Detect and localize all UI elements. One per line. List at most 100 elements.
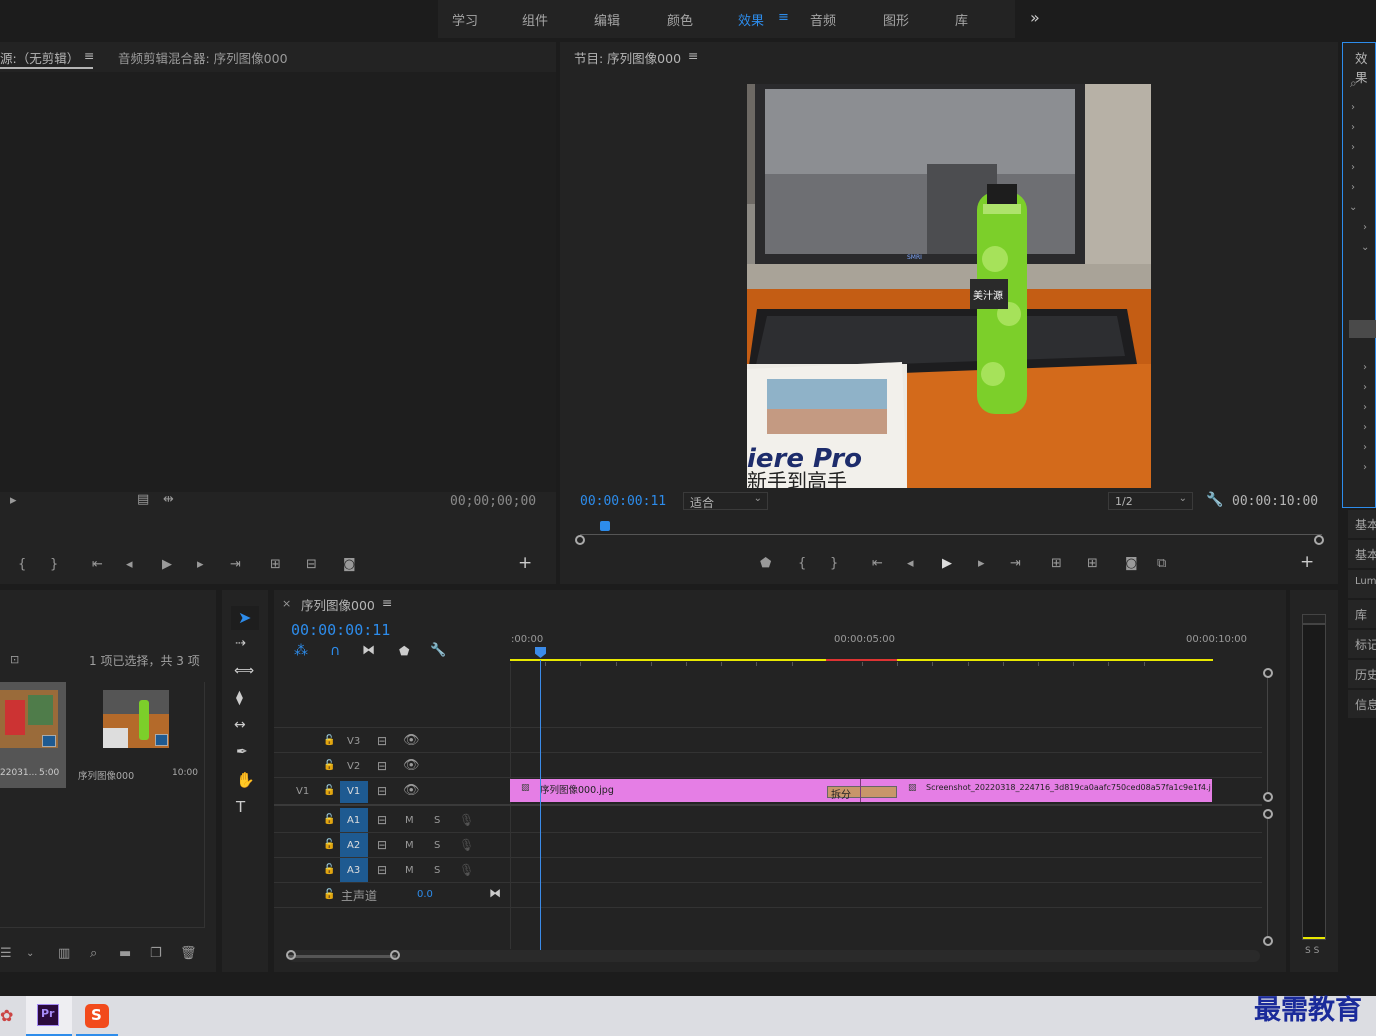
add-button-icon[interactable]: +	[518, 555, 532, 572]
master-volume-value[interactable]: 0.0	[417, 889, 433, 900]
panel-tab-markers[interactable]: 标记	[1348, 630, 1376, 658]
source-patch-v1[interactable]: V1	[296, 786, 309, 797]
h-scrollbar[interactable]	[288, 950, 1260, 962]
snap-icon[interactable]: ∩	[330, 643, 340, 659]
panel-tab-essential-sound[interactable]: 基本	[1348, 540, 1376, 568]
ws-learn[interactable]: 学习	[452, 10, 478, 29]
timeline-timecode[interactable]: 00:00:00:11	[291, 621, 390, 639]
sync-lock-icon[interactable]: ⊟	[377, 813, 387, 827]
play-icon[interactable]: ▶	[162, 558, 172, 572]
mute-button[interactable]: M	[405, 865, 414, 876]
hand-tool-icon[interactable]: ✋	[236, 771, 255, 789]
folder-chevron-icon[interactable]: ›	[1351, 142, 1355, 153]
settings-icon[interactable]: ⇹	[163, 493, 174, 507]
play-icon[interactable]: ▶	[942, 557, 952, 571]
program-title[interactable]: 节目: 序列图像000	[574, 48, 681, 67]
a-scroll-track[interactable]	[1267, 819, 1268, 936]
lock-icon[interactable]: 🔓	[323, 735, 335, 746]
timeline-close-icon[interactable]: ×	[282, 597, 291, 610]
fit-dropdown[interactable]: 适合 ⌄	[683, 492, 768, 510]
comparison-view-icon[interactable]: ⧉	[1157, 557, 1166, 571]
nest-toggle-icon[interactable]: ⁂	[294, 643, 308, 659]
add-marker-icon[interactable]: ⬟	[760, 557, 771, 571]
panel-tab-history[interactable]: 历史	[1348, 660, 1376, 688]
mark-out-icon[interactable]: }	[830, 557, 838, 571]
more-workspaces-icon[interactable]: »	[1030, 8, 1040, 27]
step-forward-icon[interactable]: ▸	[978, 557, 985, 571]
camera-icon[interactable]: ◙	[1125, 557, 1138, 571]
lock-icon[interactable]: 🔓	[323, 864, 335, 875]
add-marker-icon[interactable]: ⬟	[399, 644, 409, 658]
panel-tab-info[interactable]: 信息	[1348, 690, 1376, 718]
meter-solo-labels[interactable]: S S	[1305, 946, 1319, 956]
zoom-handle-left[interactable]	[575, 535, 585, 545]
ws-graphics[interactable]: 图形	[883, 10, 909, 29]
mute-button[interactable]: M	[405, 840, 414, 851]
sync-lock-icon[interactable]: ⊟	[377, 863, 387, 877]
quality-dropdown[interactable]: 1/2 ⌄	[1108, 492, 1193, 510]
folder-chevron-icon[interactable]: ›	[1351, 162, 1355, 173]
new-item-icon[interactable]: ❐	[150, 947, 162, 961]
linked-selection-icon[interactable]: ⧓	[362, 643, 375, 658]
timeline-settings-icon[interactable]: 🔧	[430, 643, 446, 658]
app-icon-partial[interactable]: ✿	[0, 1006, 13, 1025]
type-tool-icon[interactable]: T	[236, 798, 245, 816]
ws-audio[interactable]: 音频	[810, 10, 836, 29]
folder-chevron-icon[interactable]: ›	[1351, 182, 1355, 193]
effects-title[interactable]: 效果	[1355, 48, 1375, 86]
go-to-in-icon[interactable]: ⇤	[92, 558, 103, 572]
slip-tool-icon[interactable]: ↔	[234, 717, 246, 733]
pen-tool-icon[interactable]: ✒	[236, 744, 248, 760]
track-label-a1[interactable]: A1	[347, 815, 360, 826]
track-label-a3[interactable]: A3	[347, 865, 360, 876]
zoom-handle-right[interactable]	[1314, 535, 1324, 545]
microphone-icon[interactable]: 🎙	[459, 863, 474, 877]
lift-icon[interactable]: ⊞	[1051, 557, 1062, 571]
h-scroll-left-handle[interactable]	[286, 950, 296, 960]
find-icon[interactable]: ⊡	[10, 653, 19, 666]
add-button-icon[interactable]: +	[1300, 554, 1314, 571]
timeline-playhead[interactable]	[540, 660, 541, 950]
project-item-selected[interactable]: 22031... 5:00	[0, 682, 66, 788]
track-select-tool-icon[interactable]: ⇢	[235, 636, 246, 651]
track-label-v3[interactable]: V3	[347, 736, 360, 747]
tab-audio-mixer[interactable]: 音频剪辑混合器: 序列图像000	[118, 48, 288, 67]
solo-button[interactable]: S	[434, 840, 440, 851]
folder-expanded-icon[interactable]: ⌄	[1349, 202, 1357, 213]
lock-icon[interactable]: 🔓	[323, 889, 335, 900]
overwrite-icon[interactable]: ⊟	[306, 558, 317, 572]
go-to-out-icon[interactable]: ⇥	[1010, 557, 1021, 571]
new-bin-icon[interactable]: ▬	[119, 947, 131, 961]
tab-source[interactable]: 源:（无剪辑）	[0, 48, 79, 67]
sort-chevron-icon[interactable]: ⌄	[26, 947, 34, 961]
step-back-icon[interactable]: ◂	[907, 557, 914, 571]
h-scroll-right-handle[interactable]	[390, 950, 400, 960]
search-icon[interactable]: ⌕	[1350, 76, 1357, 91]
go-to-out-icon[interactable]: ⇥	[230, 558, 241, 572]
eye-icon[interactable]: 👁	[403, 783, 420, 798]
sync-lock-icon[interactable]: ⊟	[377, 838, 387, 852]
folder-chevron-icon[interactable]: ›	[1363, 402, 1367, 413]
track-label-a2[interactable]: A2	[347, 840, 360, 851]
lock-icon[interactable]: 🔓	[323, 814, 335, 825]
export-frame-icon[interactable]: ▤	[137, 493, 149, 507]
clip-screenshot[interactable]: ▨ Screenshot_20220318_224716_3d819ca0aaf…	[861, 779, 1212, 802]
mark-in-icon[interactable]: {	[18, 558, 26, 572]
lock-icon[interactable]: 🔓	[323, 839, 335, 850]
automate-icon[interactable]: ▥	[58, 947, 70, 961]
master-bounds-icon[interactable]: ⧓	[489, 886, 501, 900]
taskbar-item-sogou[interactable]: S	[76, 996, 118, 1036]
eye-icon[interactable]: 👁	[403, 758, 420, 773]
timeline-menu-icon[interactable]: ≡	[382, 595, 392, 610]
program-scrubber[interactable]	[580, 534, 1322, 535]
go-to-in-icon[interactable]: ⇤	[872, 557, 883, 571]
insert-icon[interactable]: ⊞	[270, 558, 281, 572]
program-timecode[interactable]: 00:00:00:11	[580, 494, 666, 509]
sync-lock-icon[interactable]: ⊟	[377, 734, 387, 748]
track-label-v2[interactable]: V2	[347, 761, 360, 772]
ws-color[interactable]: 颜色	[667, 10, 693, 29]
ws-effects[interactable]: 效果	[738, 10, 764, 29]
panel-tab-lumetri[interactable]: Lum	[1348, 570, 1376, 598]
step-back-icon[interactable]: ◂	[126, 558, 133, 572]
folder-chevron-icon[interactable]: ›	[1363, 362, 1367, 373]
